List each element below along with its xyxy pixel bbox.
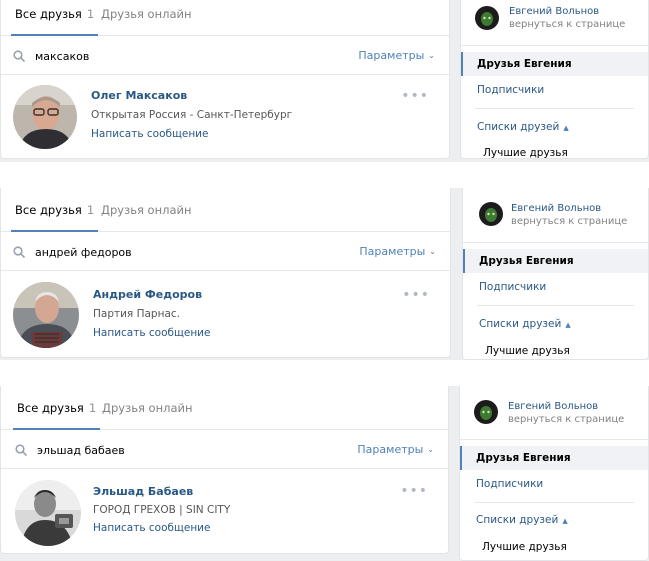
- sidebar-item-friends[interactable]: Друзья Евгения: [461, 52, 648, 76]
- divider: [475, 108, 634, 109]
- friend-status: Партия Парнас.: [93, 308, 180, 320]
- list-item-best-friends[interactable]: Лучшие друзья: [483, 147, 568, 159]
- friends-screenshot-2: Все друзья 1 Друзья онлайн Параметры⌄: [0, 188, 649, 360]
- write-message-link[interactable]: Написать сообщение: [93, 327, 210, 339]
- friends-tabs: Все друзья 1 Друзья онлайн: [1, 0, 449, 36]
- tab-all-friends-label: Все друзья: [15, 7, 82, 21]
- owner-avatar[interactable]: [479, 202, 503, 226]
- friend-name-link[interactable]: Олег Максаков: [91, 89, 187, 102]
- sidebar-item-friends[interactable]: Друзья Евгения: [460, 446, 648, 470]
- list-item-best-friends[interactable]: Лучшие друзья: [482, 541, 567, 553]
- friends-panel: Все друзья 1 Друзья онлайн Параметры⌄: [0, 0, 450, 159]
- search-input[interactable]: [35, 242, 335, 262]
- friend-status: Открытая Россия - Санкт-Петербург: [91, 109, 293, 121]
- owner-name-link[interactable]: Евгений Вольнов: [508, 401, 598, 412]
- avatar[interactable]: [13, 85, 77, 149]
- write-message-link[interactable]: Написать сообщение: [91, 128, 208, 140]
- owner-card: Евгений Вольнов вернуться к странице: [461, 0, 648, 46]
- search-bar: Параметры⌄: [1, 233, 450, 271]
- friends-count: 1: [86, 7, 95, 21]
- tab-online-friends[interactable]: Друзья онлайн: [101, 0, 192, 36]
- tab-online-friends-label: Друзья онлайн: [101, 7, 192, 21]
- owner-card: Евгений Вольнов вернуться к странице: [463, 188, 648, 243]
- parameters-label: Параметры: [357, 443, 424, 456]
- friend-row: Андрей Федоров Партия Парнас. Написать с…: [1, 272, 450, 358]
- sidebar: Евгений Вольнов вернуться к странице Дру…: [462, 188, 649, 360]
- parameters-button[interactable]: Параметры ⌄: [359, 245, 436, 258]
- friends-panel: Все друзья 1 Друзья онлайн Параметры⌄: [0, 188, 451, 358]
- search-input[interactable]: [37, 440, 337, 460]
- friend-row: Олег Максаков Открытая Россия - Санкт-Пе…: [1, 75, 449, 161]
- divider: [474, 502, 634, 503]
- sidebar: Евгений Вольнов вернуться к странице Дру…: [459, 386, 649, 561]
- friends-panel: Все друзья 1 Друзья онлайн Параметры⌄: [0, 386, 449, 554]
- chevron-down-icon: ⌄: [427, 445, 434, 454]
- chevron-up-icon: ▲: [565, 321, 571, 329]
- friends-tabs: Все друзья 1 Друзья онлайн: [1, 386, 448, 430]
- owner-card: Евгений Вольнов вернуться к странице: [460, 386, 648, 440]
- friends-count: 1: [88, 401, 97, 415]
- tab-online-friends-label: Друзья онлайн: [101, 203, 192, 217]
- friends-count: 1: [86, 203, 95, 217]
- search-icon: [13, 50, 25, 62]
- divider: [477, 305, 634, 306]
- tab-online-friends-label: Друзья онлайн: [102, 401, 193, 415]
- sidebar-item-followers[interactable]: Подписчики: [460, 472, 648, 496]
- more-dots-icon[interactable]: •••: [400, 484, 428, 498]
- friend-row: Эльшад Бабаев ГОРОД ГРЕХОВ | SIN CITY На…: [1, 470, 448, 556]
- avatar[interactable]: [15, 480, 81, 546]
- sidebar-item-friends[interactable]: Друзья Евгения: [463, 249, 648, 273]
- tab-all-friends[interactable]: Все друзья 1: [11, 188, 99, 232]
- back-to-page-link[interactable]: вернуться к странице: [509, 19, 625, 30]
- owner-name-link[interactable]: Евгений Вольнов: [509, 6, 599, 17]
- avatar[interactable]: [13, 282, 79, 348]
- chevron-up-icon: ▲: [563, 124, 569, 132]
- chevron-up-icon: ▲: [562, 517, 568, 525]
- tab-all-friends-label: Все друзья: [17, 401, 84, 415]
- search-icon: [15, 444, 27, 456]
- owner-name-link[interactable]: Евгений Вольнов: [511, 203, 601, 214]
- search-input[interactable]: [35, 46, 335, 66]
- friend-name-link[interactable]: Андрей Федоров: [93, 288, 202, 301]
- tab-online-friends[interactable]: Друзья онлайн: [102, 386, 193, 430]
- parameters-label: Параметры: [358, 49, 425, 62]
- friend-lists-label: Списки друзей: [476, 514, 559, 526]
- sidebar-item-followers[interactable]: Подписчики: [461, 78, 648, 102]
- friends-screenshot-3: Все друзья 1 Друзья онлайн Параметры⌄: [0, 386, 649, 561]
- back-to-page-link[interactable]: вернуться к странице: [508, 414, 624, 425]
- parameters-button[interactable]: Параметры ⌄: [357, 443, 434, 456]
- screenshot-divider: [0, 360, 649, 386]
- chevron-down-icon: ⌄: [429, 247, 436, 256]
- friend-lists-toggle[interactable]: Списки друзей ▲: [479, 318, 571, 330]
- more-dots-icon[interactable]: •••: [402, 288, 430, 302]
- search-bar: Параметры⌄: [1, 431, 448, 469]
- more-dots-icon[interactable]: •••: [401, 89, 429, 103]
- sidebar-item-followers[interactable]: Подписчики: [463, 275, 648, 299]
- screenshot-divider: [0, 162, 649, 188]
- tab-all-friends[interactable]: Все друзья 1: [11, 0, 99, 36]
- friend-lists-label: Списки друзей: [479, 318, 562, 330]
- write-message-link[interactable]: Написать сообщение: [93, 522, 210, 534]
- friend-lists-toggle[interactable]: Списки друзей ▲: [476, 514, 568, 526]
- search-bar: Параметры⌄: [1, 37, 449, 75]
- list-item-best-friends[interactable]: Лучшие друзья: [485, 345, 570, 357]
- tab-all-friends[interactable]: Все друзья 1: [13, 386, 101, 430]
- parameters-button[interactable]: Параметры ⌄: [358, 49, 435, 62]
- search-icon: [13, 246, 25, 258]
- sidebar: Евгений Вольнов вернуться к странице Дру…: [460, 0, 649, 159]
- parameters-label: Параметры: [359, 245, 426, 258]
- friend-lists-label: Списки друзей: [477, 121, 560, 133]
- back-to-page-link[interactable]: вернуться к странице: [511, 216, 627, 227]
- tab-online-friends[interactable]: Друзья онлайн: [101, 188, 192, 232]
- friend-name-link[interactable]: Эльшад Бабаев: [93, 485, 193, 498]
- friends-screenshot-1: Все друзья 1 Друзья онлайн Параметры⌄: [0, 0, 649, 162]
- tab-all-friends-label: Все друзья: [15, 203, 82, 217]
- friends-tabs: Все друзья 1 Друзья онлайн: [1, 188, 450, 232]
- owner-avatar[interactable]: [474, 400, 498, 424]
- friend-lists-toggle[interactable]: Списки друзей ▲: [477, 121, 569, 133]
- chevron-down-icon: ⌄: [428, 51, 435, 60]
- friend-status: ГОРОД ГРЕХОВ | SIN CITY: [93, 504, 231, 516]
- owner-avatar[interactable]: [475, 6, 499, 30]
